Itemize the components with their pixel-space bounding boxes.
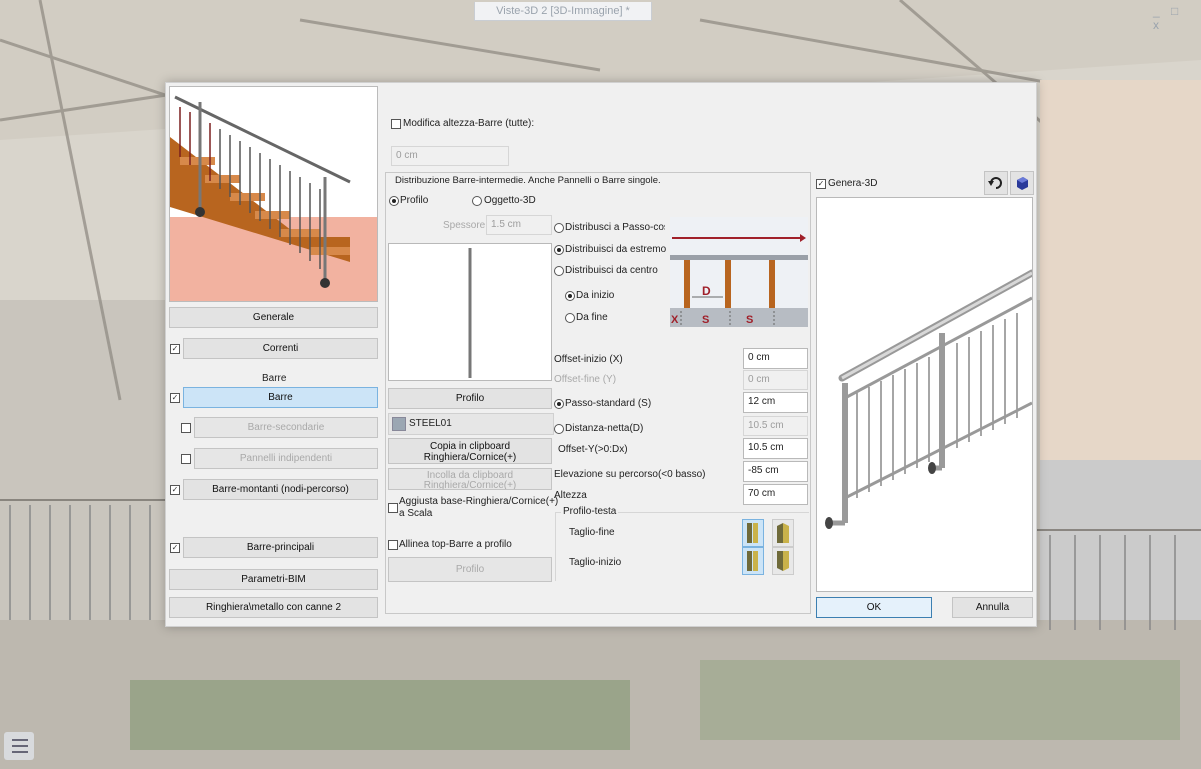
taglio-fine-angled-icon[interactable] <box>772 519 794 547</box>
barre-checkbox[interactable]: ✓ <box>170 393 180 403</box>
incolla-clipboard-button[interactable]: Incolla da clipboard Ringhiera/Cornice(+… <box>388 468 552 490</box>
allinea-checkbox[interactable] <box>388 540 398 550</box>
copia-line2: Ringhiera/Cornice(+) <box>423 452 517 463</box>
distribution-diagram: D X S S <box>670 217 808 327</box>
material-name: STEEL01 <box>409 418 452 429</box>
barre-montanti-checkbox[interactable]: ✓ <box>170 485 180 495</box>
offset-y-field[interactable]: 10.5 cm <box>743 438 808 459</box>
diagram-x-label: X <box>671 314 679 326</box>
diagram-s2-label: S <box>746 314 753 326</box>
profilo-testa-label: Profilo-testa <box>561 506 619 517</box>
genera3d-label: Genera-3D <box>828 178 878 189</box>
modifica-altezza-field[interactable]: 0 cm <box>391 146 509 166</box>
allinea-label: Allinea top-Barre a profilo <box>399 539 512 550</box>
railing-dialog: Generale ✓ Correnti Barre ✓ Barre Barre-… <box>165 82 1037 627</box>
aggiusta-label-2: a Scala <box>399 508 433 519</box>
taglio-inizio-straight-icon[interactable] <box>742 547 764 575</box>
taglio-inizio-label: Taglio-inizio <box>569 557 622 568</box>
da-estremo-label: Distribuisci da estremo <box>565 244 667 255</box>
profilo-radio-label: Profilo <box>400 195 429 206</box>
ok-button[interactable]: OK <box>816 597 932 618</box>
spessore-field[interactable]: 1.5 cm <box>486 215 552 235</box>
copia-clipboard-button[interactable]: Copia in clipboard Ringhiera/Cornice(+) <box>388 438 552 464</box>
window-controls[interactable]: _ □ x <box>1153 4 1199 32</box>
copia-line1: Copia in clipboard <box>429 441 511 452</box>
passo-costante-radio[interactable] <box>554 223 564 233</box>
aggiusta-checkbox[interactable] <box>388 503 398 513</box>
offset-fine-field[interactable]: 0 cm <box>743 370 808 390</box>
passo-costante-label: Distribusci a Passo-costante <box>565 222 665 233</box>
profilo-button-2[interactable]: Profilo <box>388 557 552 582</box>
da-inizio-label: Da inizio <box>576 290 615 301</box>
offset-inizio-field[interactable]: 0 cm <box>743 348 808 369</box>
modifica-altezza-checkbox[interactable] <box>391 119 401 129</box>
passo-standard-radio[interactable] <box>554 399 564 409</box>
menu-icon[interactable] <box>4 732 34 760</box>
3d-preview-panel[interactable] <box>816 197 1036 592</box>
elevazione-field[interactable]: -85 cm <box>743 461 808 482</box>
da-centro-radio[interactable] <box>554 266 564 276</box>
generale-button[interactable]: Generale <box>169 307 378 328</box>
distribuzione-title: Distribuzione Barre-intermedie. Anche Pa… <box>395 175 661 186</box>
oggetto3d-radio-label: Oggetto-3D <box>484 195 536 206</box>
material-selector[interactable]: STEEL01 <box>388 413 554 435</box>
correnti-checkbox[interactable]: ✓ <box>170 344 180 354</box>
da-estremo-radio[interactable] <box>554 245 564 255</box>
passo-standard-field[interactable]: 12 cm <box>743 392 808 413</box>
da-inizio-radio[interactable] <box>565 291 575 301</box>
profilo-testa-group <box>555 512 809 581</box>
pannelli-indipendenti-button[interactable]: Pannelli indipendenti <box>194 448 378 469</box>
modifica-altezza-label: Modifica altezza-Barre (tutte): <box>403 118 535 129</box>
diagram-d-label: D <box>702 284 711 298</box>
distanza-netta-field[interactable]: 10.5 cm <box>743 416 808 436</box>
cube-icon[interactable] <box>1010 171 1034 195</box>
material-swatch <box>392 417 406 431</box>
altezza-field[interactable]: 70 cm <box>743 484 808 505</box>
taglio-fine-label: Taglio-fine <box>569 527 615 538</box>
spessore-label: Spessore <box>443 220 486 231</box>
oggetto3d-radio[interactable] <box>472 196 482 206</box>
diagram-s1-label: S <box>702 314 709 326</box>
barre-secondarie-checkbox[interactable] <box>181 423 191 433</box>
distanza-netta-label: Distanza-netta(D) <box>565 423 644 434</box>
distanza-netta-radio[interactable] <box>554 424 564 434</box>
taglio-fine-straight-icon[interactable] <box>742 519 764 547</box>
profile-preview <box>388 243 552 381</box>
passo-standard-label: Passo-standard (S) <box>565 398 652 409</box>
pannelli-indipendenti-checkbox[interactable] <box>181 454 191 464</box>
refresh-icon[interactable] <box>984 171 1008 195</box>
window-title: Viste-3D 2 [3D-Immagine] * <box>474 2 652 21</box>
incolla-line2: Ringhiera/Cornice(+) <box>423 480 517 490</box>
da-centro-label: Distribuisci da centro <box>565 265 658 276</box>
offset-fine-label: Offset-fine (Y) <box>554 374 617 385</box>
barre-montanti-button[interactable]: Barre-montanti (nodi-percorso) <box>183 479 378 500</box>
taglio-inizio-angled-icon[interactable] <box>772 547 794 575</box>
profilo-button[interactable]: Profilo <box>388 388 552 409</box>
barre-secondarie-button[interactable]: Barre-secondarie <box>194 417 378 438</box>
railing-preview-image <box>169 86 378 302</box>
annulla-button[interactable]: Annulla <box>952 597 1033 618</box>
da-fine-radio[interactable] <box>565 313 575 323</box>
barre-principali-checkbox[interactable]: ✓ <box>170 543 180 553</box>
profilo-radio[interactable] <box>389 196 399 206</box>
barre-button[interactable]: Barre <box>183 387 378 408</box>
offset-inizio-label: Offset-inizio (X) <box>554 354 623 365</box>
barre-section-label: Barre <box>262 373 287 384</box>
genera3d-checkbox[interactable]: ✓ <box>816 179 826 189</box>
offset-y-label: Offset-Y(>0:Dx) <box>558 444 628 455</box>
altezza-label: Altezza <box>554 490 587 501</box>
ringhiera-button[interactable]: Ringhiera\metallo con canne 2 <box>169 597 378 618</box>
parametri-bim-button[interactable]: Parametri-BIM <box>169 569 378 590</box>
correnti-button[interactable]: Correnti <box>183 338 378 359</box>
da-fine-label: Da fine <box>576 312 608 323</box>
aggiusta-label-1: Aggiusta base-Ringhiera/Cornice(+) <box>399 496 559 507</box>
elevazione-label: Elevazione su percorso(<0 basso) <box>554 469 706 480</box>
barre-principali-button[interactable]: Barre-principali <box>183 537 378 558</box>
